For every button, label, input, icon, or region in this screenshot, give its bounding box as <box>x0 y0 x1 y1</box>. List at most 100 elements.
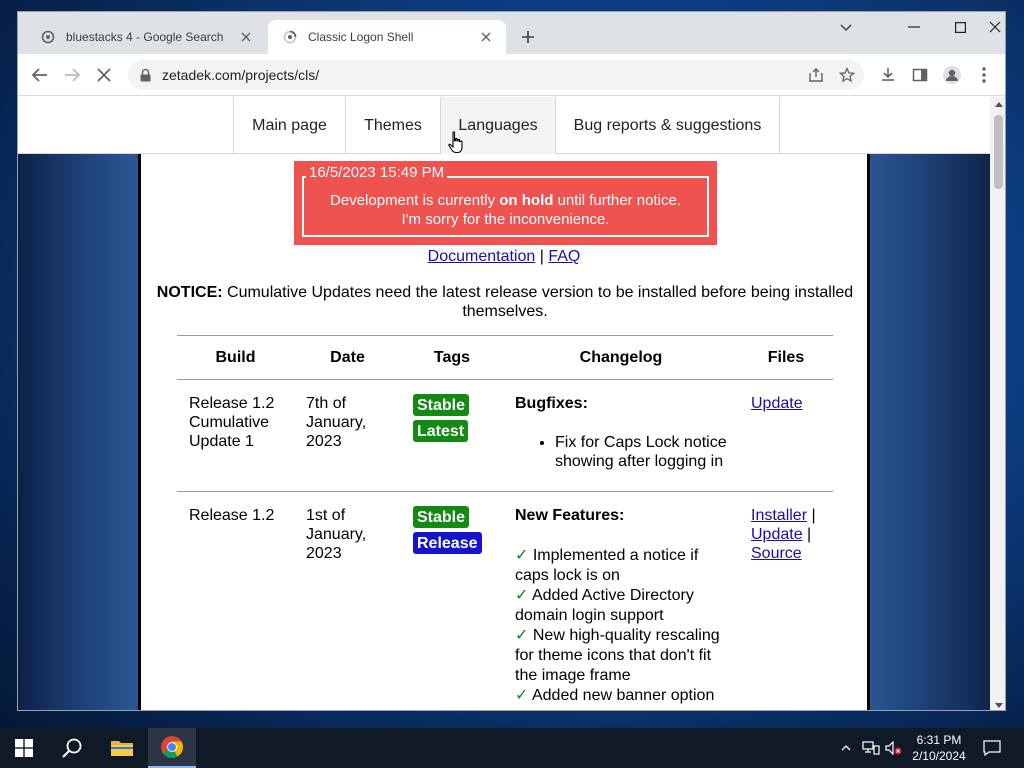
tab-google-search[interactable]: bluestacks 4 - Google Search <box>26 20 266 54</box>
scroll-up-icon[interactable] <box>990 97 1005 111</box>
notifications-button[interactable] <box>980 728 1004 768</box>
menu-button[interactable] <box>970 61 998 89</box>
bookmark-button[interactable] <box>833 61 861 89</box>
nav-label: Languages <box>458 116 538 134</box>
forward-button[interactable] <box>58 61 86 89</box>
nav-label: Themes <box>364 116 422 134</box>
list-item: ✓ Added new banner option <box>515 686 727 706</box>
page-background <box>870 97 990 710</box>
close-tab-icon[interactable] <box>238 29 254 45</box>
banner-date: 16/5/2023 15:49 PM <box>306 164 448 181</box>
list-item: ✓ New high-quality rescaling for theme i… <box>515 626 727 686</box>
status-banner: 16/5/2023 15:49 PM Development is curren… <box>294 161 717 245</box>
documentation-link[interactable]: Documentation <box>428 248 536 265</box>
start-button[interactable] <box>0 728 48 768</box>
close-window-button[interactable] <box>983 12 1005 42</box>
more-vert-icon <box>982 67 986 83</box>
chevron-up-icon <box>841 745 851 751</box>
nav-themes[interactable]: Themes <box>345 97 440 154</box>
share-icon <box>809 68 823 82</box>
installer-link[interactable]: Installer <box>751 507 807 524</box>
tab-search-button[interactable] <box>832 16 860 40</box>
feature-list: ✓ Implemented a notice if caps lock is o… <box>515 546 727 706</box>
column-header: Tags <box>401 335 503 380</box>
list-item: ✓ Implemented a notice if caps lock is o… <box>515 546 727 586</box>
stop-loading-button[interactable] <box>90 61 118 89</box>
nav-bug-reports[interactable]: Bug reports & suggestions <box>555 97 780 154</box>
downloads-button[interactable] <box>874 61 902 89</box>
site-nav: Main page Themes Languages Bug reports &… <box>18 97 990 154</box>
globe-icon <box>40 29 56 45</box>
scrollbar-thumb[interactable] <box>994 115 1003 189</box>
minimize-icon <box>908 26 920 28</box>
faq-link[interactable]: FAQ <box>548 248 580 265</box>
address-bar[interactable]: zetadek.com/projects/cls/ <box>128 60 864 90</box>
show-hidden-icons-button[interactable] <box>836 728 856 768</box>
banner-bold: on hold <box>499 192 554 209</box>
changelog-cell: Bugfixes: Fix for Caps Lock notice showi… <box>503 379 739 492</box>
tab-title: bluestacks 4 - Google Search <box>66 30 224 44</box>
close-icon <box>989 21 1001 33</box>
chrome-icon <box>161 736 183 758</box>
system-clock[interactable]: 6:31 PM 2/10/2024 <box>900 732 978 764</box>
close-tab-icon[interactable] <box>478 29 494 45</box>
chrome-taskbar-button[interactable] <box>148 728 196 768</box>
share-button[interactable] <box>802 61 830 89</box>
file-explorer-button[interactable] <box>98 728 146 768</box>
tags-cell: Stable Latest <box>401 379 503 492</box>
notice-text: NOTICE: Cumulative Updates need the late… <box>155 283 855 321</box>
maximize-button[interactable] <box>937 12 983 42</box>
side-panel-button[interactable] <box>906 61 934 89</box>
changelog-heading: New Features: <box>515 507 625 524</box>
build-cell: Release 1.2 Cumulative Update 1 <box>177 379 294 492</box>
download-icon <box>882 68 894 81</box>
source-link[interactable]: Source <box>751 545 802 562</box>
banner-text: Development is currently <box>330 192 500 209</box>
changelog-heading: Bugfixes: <box>515 395 588 412</box>
column-header: Build <box>177 335 294 380</box>
nav-label: Bug reports & suggestions <box>573 116 762 134</box>
column-header: Changelog <box>503 335 739 380</box>
star-icon <box>839 67 855 83</box>
browser-window: bluestacks 4 - Google Search Classic Log… <box>17 11 1006 711</box>
back-button[interactable] <box>26 61 54 89</box>
feature-text: Added new banner option <box>531 687 715 704</box>
column-header: Files <box>739 335 833 380</box>
link-separator: | <box>539 248 544 265</box>
arrow-right-icon <box>65 68 80 82</box>
browser-toolbar: zetadek.com/projects/cls/ <box>18 54 1005 96</box>
folder-icon <box>111 741 133 756</box>
check-icon: ✓ <box>515 627 529 644</box>
plus-icon <box>522 31 534 43</box>
hand-cursor-icon <box>448 131 466 155</box>
list-item: ✓ Added Active Directory domain login su… <box>515 586 727 626</box>
main-content: 16/5/2023 15:49 PM Development is curren… <box>138 154 870 711</box>
search-icon <box>62 738 82 758</box>
update-link[interactable]: Update <box>751 395 803 412</box>
notice-label: NOTICE: <box>156 284 223 301</box>
new-tab-button[interactable] <box>516 25 540 49</box>
close-icon <box>97 68 111 82</box>
doc-links: Documentation | FAQ <box>141 248 867 266</box>
update-link[interactable]: Update <box>751 526 803 543</box>
table-row: Release 1.2 1st of January, 2023 Stable … <box>177 492 833 711</box>
nav-main-page[interactable]: Main page <box>233 97 345 154</box>
taskbar: 6:31 PM 2/10/2024 <box>0 728 1024 768</box>
changelog-list: Fix for Caps Lock notice showing after l… <box>515 433 727 471</box>
check-icon: ✓ <box>515 687 529 704</box>
tab-title: Classic Logon Shell <box>308 30 414 44</box>
loading-icon <box>282 29 298 45</box>
table-row: Release 1.2 Cumulative Update 1 7th of J… <box>177 379 833 492</box>
page-scrollbar[interactable] <box>990 97 1005 710</box>
files-cell: Installer | Update | Source <box>739 492 833 711</box>
scroll-down-icon[interactable] <box>990 698 1005 710</box>
column-header: Date <box>294 335 401 380</box>
minimize-button[interactable] <box>891 12 937 42</box>
network-button[interactable] <box>860 728 882 768</box>
changelog-item: Fix for Caps Lock notice showing after l… <box>555 433 727 471</box>
search-button[interactable] <box>48 728 96 768</box>
profile-button[interactable] <box>938 61 966 89</box>
feature-text: Added Active Directory domain login supp… <box>515 587 694 624</box>
table-header-row: Build Date Tags Changelog Files <box>177 335 833 380</box>
tab-classic-logon-shell[interactable]: Classic Logon Shell <box>268 20 506 54</box>
